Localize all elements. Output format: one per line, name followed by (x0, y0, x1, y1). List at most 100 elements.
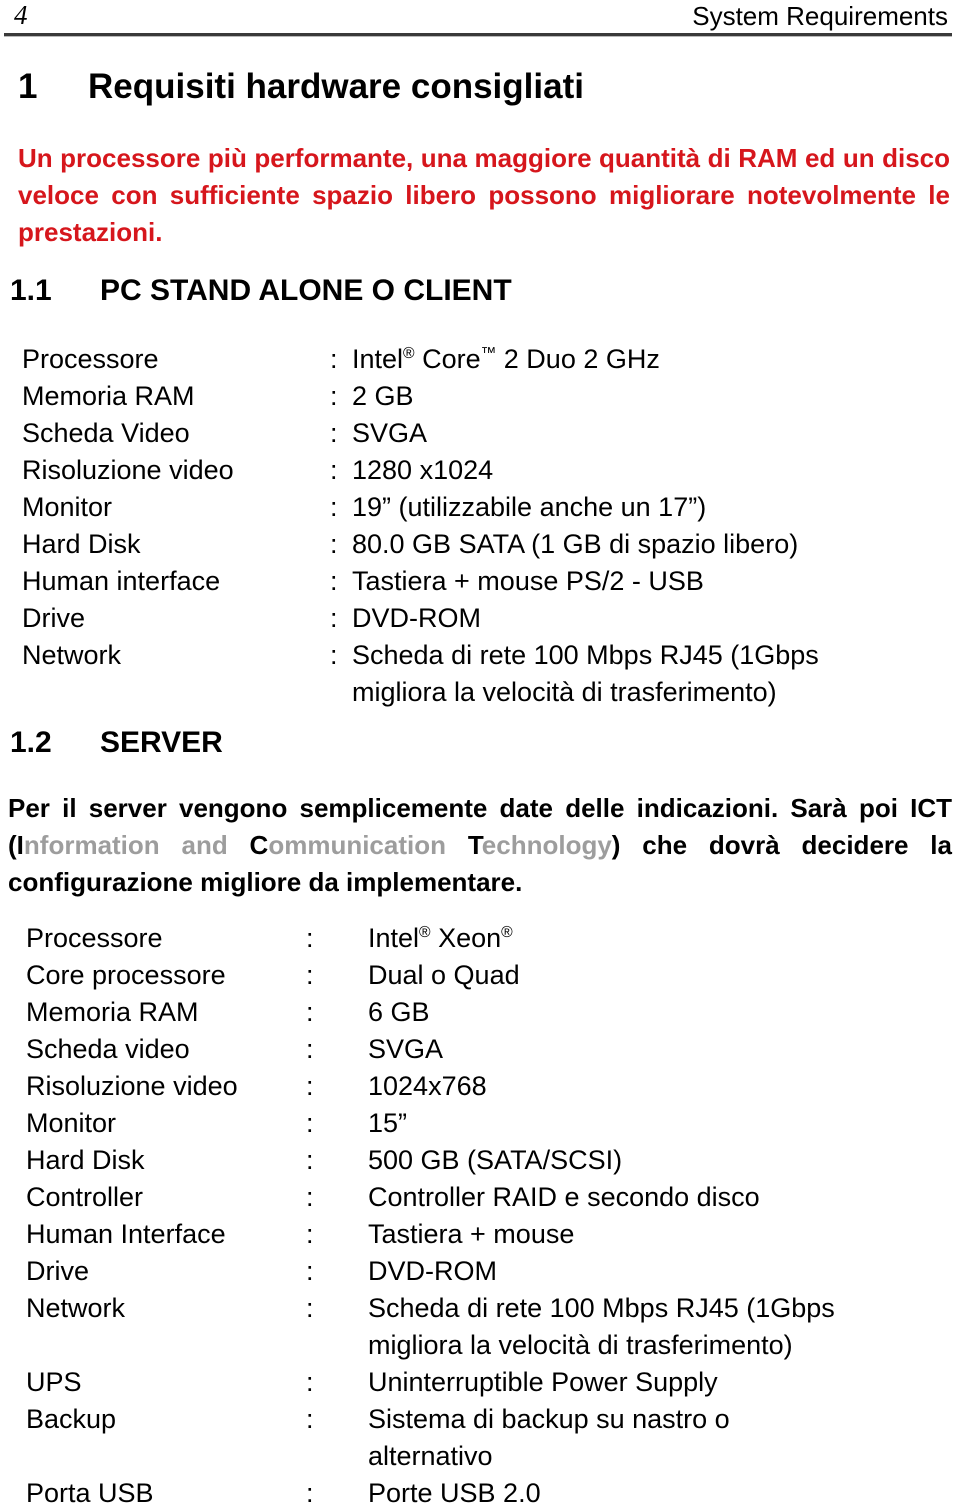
spec-colon: : (330, 529, 338, 559)
spec-value: 1024x768 (368, 1071, 487, 1101)
spec-colon: : (306, 1071, 314, 1101)
spec-label: Monitor (26, 1108, 117, 1138)
spec-value: 1280 x1024 (352, 455, 494, 485)
spec-row: Backup: Sistema di backup su nastro o alte… (26, 1401, 946, 1475)
spec-label: Risoluzione video (22, 455, 234, 485)
spec-label: Hard Disk (26, 1145, 145, 1175)
header-title: System Requirements (692, 1, 948, 31)
spec-value-continuation: alternativo (368, 1441, 493, 1471)
ict-i-rest: nformation and (23, 830, 250, 860)
trademark-icon: ® (501, 924, 513, 941)
spec-colon: : (306, 1219, 314, 1249)
spec-colon: : (330, 603, 338, 633)
section-number-pc: 1.1 (10, 274, 52, 307)
spec-value: DVD-ROM (368, 1256, 497, 1286)
spec-colon: : (306, 1256, 314, 1286)
spec-value: Uninterruptible Power Supply (368, 1367, 718, 1397)
spec-colon: : (330, 566, 338, 596)
spec-value: Dual o Quad (368, 960, 520, 990)
spec-colon: : (306, 1367, 314, 1397)
spec-label: Core processore (26, 960, 226, 990)
spec-label: Controller (26, 1182, 144, 1212)
spec-colon: : (330, 455, 338, 485)
page-header: 4 System Requirements (0, 0, 960, 36)
spec-colon: : (306, 1404, 314, 1434)
spec-colon: : (306, 1145, 314, 1175)
section-heading-server: 1.2 SERVER (10, 724, 940, 762)
spec-row: Scheda video: SVGA (26, 1031, 946, 1068)
spec-colon: : (330, 344, 338, 374)
spec-label: Processore (22, 344, 159, 374)
section-heading-pc: 1.1 PC STAND ALONE O CLIENT (10, 272, 940, 310)
spec-value: Tastiera + mouse (368, 1219, 575, 1249)
section-title-pc: PC STAND ALONE O CLIENT (100, 274, 512, 307)
spec-row: Network: Scheda di rete 100 Mbps RJ45 (1G… (26, 1290, 946, 1364)
trademark-icon: ™ (480, 345, 497, 362)
spec-row: Drive: DVD-ROM (26, 1253, 946, 1290)
chapter-number: 1 (18, 67, 38, 106)
spec-label: Human interface (22, 566, 221, 596)
spec-value: 80.0 GB SATA (1 GB di spazio libero) (352, 529, 799, 559)
spec-colon: : (306, 1182, 314, 1212)
ict-t-rest: echnology (481, 830, 612, 860)
spec-label: Backup (26, 1404, 117, 1434)
ict-t-cap: T (467, 830, 482, 860)
spec-value-continuation: migliora la velocità di trasferimento) (352, 677, 777, 707)
spec-label: Hard Disk (22, 529, 141, 559)
chapter-heading: 1 Requisiti hardware consigliati (18, 66, 942, 108)
spec-value: SVGA (368, 1034, 444, 1064)
spec-row: Scheda Video: SVGA (22, 415, 946, 452)
chapter-title: Requisiti hardware consigliati (88, 67, 584, 106)
spec-value: 15” (368, 1108, 408, 1138)
spec-label: Scheda Video (22, 418, 190, 448)
ict-c-cap: C (249, 830, 269, 860)
spec-row: Risoluzione video: 1024x768 (26, 1068, 946, 1105)
spec-row: Memoria RAM:2 GB (22, 378, 946, 415)
spec-row: Monitor:19” (utilizzabile anche un 17”) (22, 489, 946, 526)
intro-paragraph: Un processore più performante, una maggi… (18, 143, 950, 247)
spec-value: Intel® Core™ 2 Duo 2 GHz (352, 344, 660, 374)
spec-row: Hard Disk:80.0 GB SATA (1 GB di spazio l… (22, 526, 946, 563)
spec-row: Memoria RAM: 6 GB (26, 994, 946, 1031)
server-paragraph: Per il server vengono semplicemente date… (8, 790, 952, 901)
spec-colon: : (306, 1293, 314, 1323)
spec-value: SVGA (352, 418, 428, 448)
registered-trademark-icon: ® (419, 924, 431, 941)
spec-row: Porta USB: Porte USB 2.0 (26, 1475, 946, 1512)
spec-value: Scheda di rete 100 Mbps RJ45 (1Gbps migli… (368, 1290, 946, 1364)
section-number-server: 1.2 (10, 726, 52, 759)
registered-trademark-icon: ® (403, 345, 415, 362)
spec-label: Drive (22, 603, 86, 633)
spec-label: Human Interface (26, 1219, 226, 1249)
spec-row: Human Interface: Tastiera + mouse (26, 1216, 946, 1253)
spec-colon: : (330, 381, 338, 411)
spec-value: Scheda di rete 100 Mbps RJ45 (1Gbps migli… (352, 637, 946, 711)
spec-row: Core processore: Dual o Quad (26, 957, 946, 994)
spec-value: Tastiera + mouse PS/2 - USB (352, 566, 704, 596)
spec-label: Porta USB (26, 1478, 154, 1508)
spec-value: 2 GB (352, 381, 414, 411)
header-divider (4, 33, 952, 37)
spec-label: Drive (26, 1256, 90, 1286)
spec-row: Risoluzione video:1280 x1024 (22, 452, 946, 489)
spec-value: Sistema di backup su nastro o alternativo (368, 1401, 946, 1475)
spec-colon: : (306, 1478, 314, 1508)
spec-row: UPS: Uninterruptible Power Supply (26, 1364, 946, 1401)
spec-value: DVD-ROM (352, 603, 481, 633)
spec-label: Monitor (22, 492, 113, 522)
spec-row: Human interface: Tastiera + mouse PS/2 - … (22, 563, 946, 600)
spec-label: Risoluzione video (26, 1071, 238, 1101)
spec-value: 6 GB (368, 997, 430, 1027)
spec-list-server: Processore: Intel® Xeon® Core processore: D… (26, 920, 946, 1512)
spec-value: Porte USB 2.0 (368, 1478, 541, 1508)
spec-row: Monitor: 15” (26, 1105, 946, 1142)
spec-label: Scheda video (26, 1034, 190, 1064)
spec-colon: : (330, 640, 338, 670)
spec-colon: : (330, 418, 338, 448)
page-number: 4 (14, 0, 28, 30)
spec-label: Network (26, 1293, 126, 1323)
ict-i-cap: I (16, 830, 24, 860)
spec-colon: : (306, 1108, 314, 1138)
spec-row: Controller: Controller RAID e secondo dis… (26, 1179, 946, 1216)
spec-colon: : (306, 997, 314, 1027)
